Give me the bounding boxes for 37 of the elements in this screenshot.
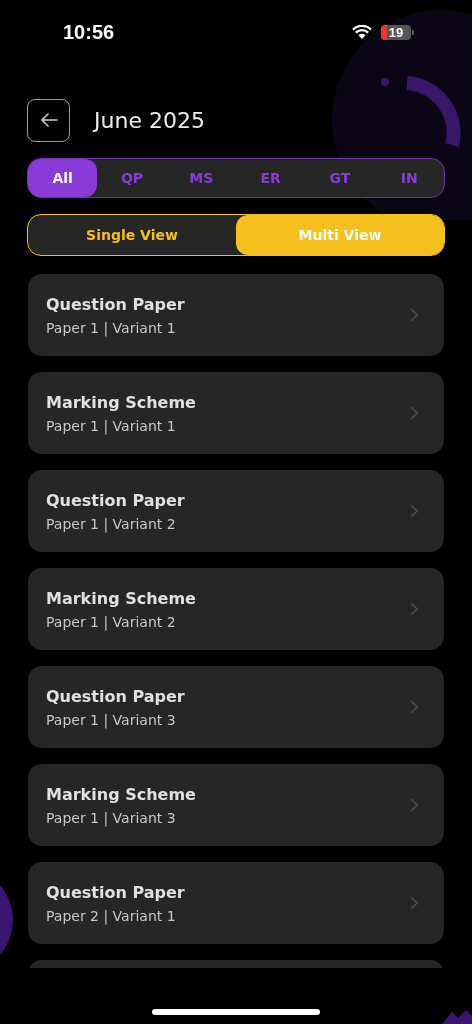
card-subtitle: Paper 2 | Variant 1 xyxy=(46,907,177,924)
document-card[interactable]: Question Paper Paper 2 | Variant 1 xyxy=(28,862,444,944)
chevron-icon xyxy=(410,602,418,616)
status-time: 10:56 xyxy=(63,20,115,44)
card-title: Question Paper xyxy=(46,686,185,706)
chevron-icon xyxy=(410,504,418,518)
card-subtitle: Paper 1 | Variant 1 xyxy=(46,319,177,336)
document-card[interactable]: Marking Scheme Paper 1 | Variant 2 xyxy=(28,568,444,650)
chevron-icon xyxy=(410,798,418,812)
card-title: Marking Scheme xyxy=(46,588,196,608)
card-title: Question Paper xyxy=(46,882,185,902)
chevron-icon xyxy=(410,700,418,714)
card-subtitle: Paper 1 | Variant 3 xyxy=(46,711,177,728)
triangle-decoration xyxy=(442,1010,472,1024)
chevron-icon xyxy=(410,406,418,420)
battery-icon: 19 xyxy=(381,24,414,40)
document-card[interactable]: Marking Scheme Paper 1 | Variant 1 xyxy=(28,372,444,454)
card-title: Question Paper xyxy=(46,490,185,510)
card-title: Marking Scheme xyxy=(46,784,196,804)
document-card[interactable]: Question Paper Paper 1 | Variant 1 xyxy=(28,274,444,356)
chevron-icon xyxy=(410,896,418,910)
card-title: Question Paper xyxy=(46,294,185,314)
wifi-icon xyxy=(352,24,372,40)
chevron-icon xyxy=(410,308,418,322)
arrow-left-icon xyxy=(38,112,59,128)
document-card[interactable]: Question Paper Paper 1 | Variant 2 xyxy=(28,470,444,552)
back-button[interactable] xyxy=(27,98,70,142)
page-title: June 2025 xyxy=(94,107,205,133)
view-tab[interactable]: Single View xyxy=(28,215,236,255)
card-subtitle: Paper 1 | Variant 1 xyxy=(46,417,177,434)
card-title: Marking Scheme xyxy=(46,392,196,412)
card-subtitle: Paper 1 | Variant 2 xyxy=(46,613,177,630)
card-subtitle: Paper 1 | Variant 3 xyxy=(46,809,177,826)
document-card[interactable]: Marking Scheme Paper 1 | Variant 3 xyxy=(28,764,444,846)
filter-tab[interactable]: All xyxy=(28,159,98,197)
card-subtitle: Paper 1 | Variant 2 xyxy=(46,515,177,532)
document-card[interactable]: Question Paper Paper 1 | Variant 3 xyxy=(28,666,444,748)
